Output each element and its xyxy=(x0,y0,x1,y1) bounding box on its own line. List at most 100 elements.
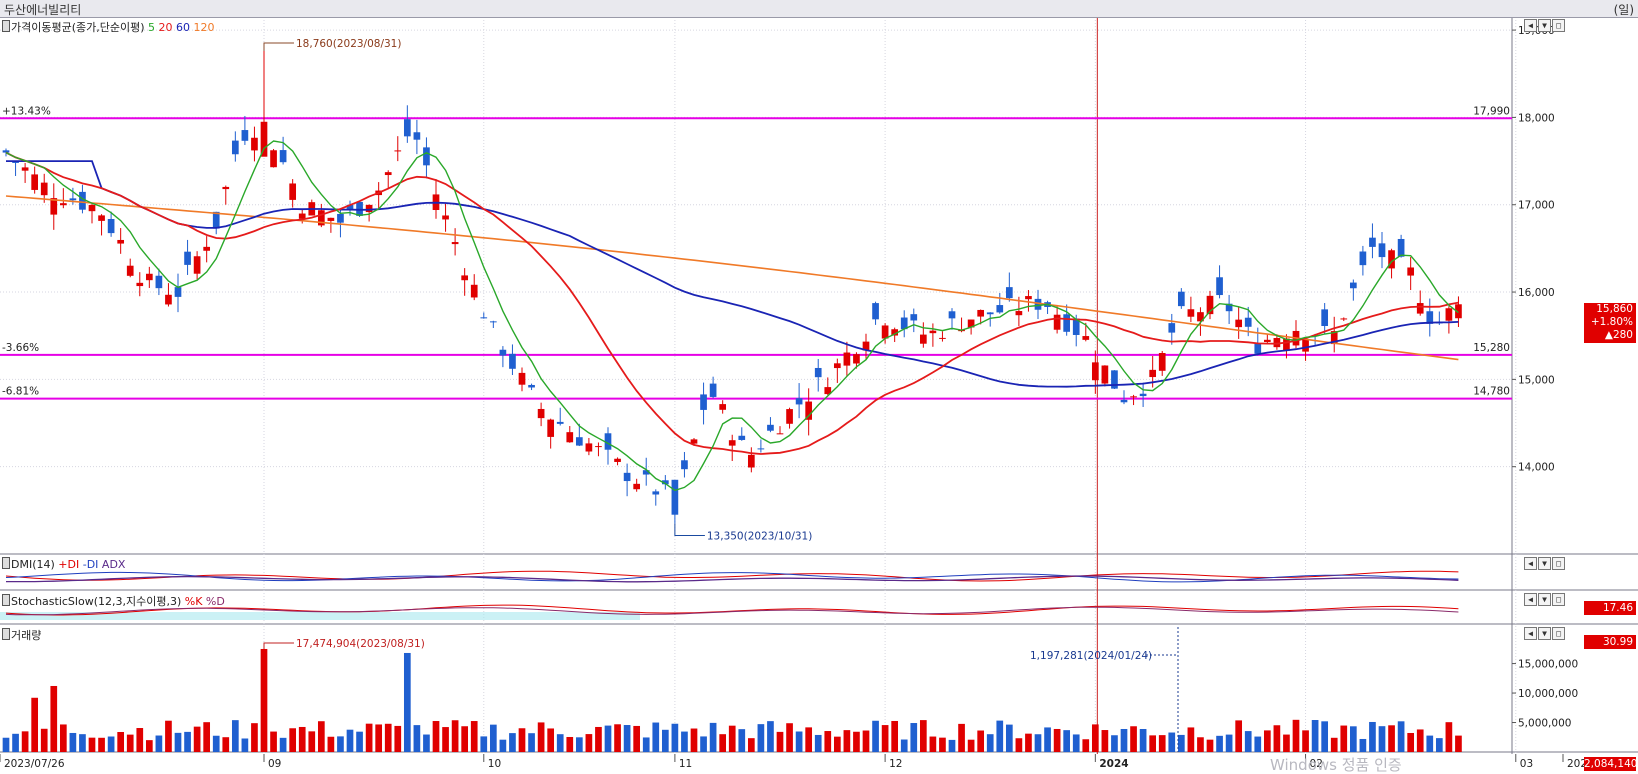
candle-body xyxy=(451,242,459,245)
candle-body xyxy=(1340,318,1348,320)
volume-bar xyxy=(843,730,851,752)
volume-bar xyxy=(948,739,956,752)
volume-bar xyxy=(442,727,449,752)
candle-body xyxy=(719,404,727,410)
dmi-label: DMI(14) xyxy=(11,558,55,571)
candle-body xyxy=(795,398,803,405)
candle-body xyxy=(1216,277,1223,296)
candle-body xyxy=(528,384,535,388)
pane-left-button[interactable]: ◀ xyxy=(1524,557,1537,570)
pane-left-button[interactable]: ◀ xyxy=(1524,19,1537,32)
pane-collapse-button[interactable]: ▼ xyxy=(1538,557,1551,570)
candle-body xyxy=(1149,369,1157,378)
stoch-pane-label[interactable]: StochasticSlow(12,3,지수이평,3) %K %D xyxy=(2,593,225,609)
pane-collapse-button[interactable]: ▼ xyxy=(1538,593,1551,606)
candle-body xyxy=(98,215,105,221)
candle-body xyxy=(489,321,497,323)
candle-body xyxy=(652,491,660,495)
candle-body xyxy=(1091,362,1099,381)
volume-bar xyxy=(174,732,182,752)
volume-bar xyxy=(489,724,497,752)
candle-body xyxy=(1302,339,1309,352)
candle-body xyxy=(1235,319,1243,328)
stock-chart[interactable]: +13.43% 17,990 -3.66% 15,280 -6.81% 14,780 18,… xyxy=(0,0,1638,774)
title-bar: 두산에너빌리티 (일) xyxy=(0,0,1638,18)
candle-body xyxy=(298,213,306,219)
volume-bar xyxy=(958,723,965,752)
candle-body xyxy=(21,167,29,171)
candle-body xyxy=(709,383,717,397)
volume-bar xyxy=(1130,726,1137,752)
volume-bar xyxy=(1015,738,1023,752)
candle-body xyxy=(738,435,746,440)
k-label: %K xyxy=(184,595,203,608)
volume-bar xyxy=(709,722,717,752)
candle-body xyxy=(805,401,813,420)
candle-body xyxy=(1005,287,1013,299)
volume-bar xyxy=(1340,725,1348,752)
volume-bar xyxy=(671,723,679,752)
pane-maximize-button[interactable]: □ xyxy=(1552,593,1565,606)
pane-collapse-button[interactable]: ▼ xyxy=(1538,627,1551,640)
volume-bar xyxy=(270,731,277,752)
last-price-change: ▲280 xyxy=(1604,329,1633,341)
candle-body xyxy=(872,303,879,320)
volume-bar xyxy=(12,733,19,752)
pane-left-button[interactable]: ◀ xyxy=(1524,627,1537,640)
volume-bar xyxy=(786,723,793,752)
candle-body xyxy=(69,198,77,201)
volume-bar xyxy=(1111,735,1118,752)
candle-body xyxy=(260,121,268,157)
volume-bar xyxy=(365,723,373,752)
volume-bar xyxy=(432,721,440,752)
volume-bar xyxy=(461,726,469,752)
volume-bar xyxy=(136,728,144,752)
candle-body xyxy=(403,119,411,137)
pane-maximize-button[interactable]: □ xyxy=(1552,627,1565,640)
candle-body xyxy=(184,251,191,265)
volume-bar xyxy=(690,728,698,752)
candle-body xyxy=(1407,267,1415,276)
candle-body xyxy=(1397,238,1405,257)
d-label: %D xyxy=(205,595,225,608)
volume-bar xyxy=(1216,735,1223,752)
candle-body xyxy=(480,317,488,319)
volume-bar xyxy=(1292,719,1300,752)
pane-maximize-button[interactable]: □ xyxy=(1552,19,1565,32)
candle-body xyxy=(881,325,889,339)
volume-bar xyxy=(317,721,325,752)
price-pane-label[interactable]: 가격이동평균(종가,단순이평) 5 20 60 120 xyxy=(2,19,215,35)
pane-icon xyxy=(2,594,10,606)
candle-body xyxy=(1244,317,1252,327)
candle-body xyxy=(1015,311,1023,316)
candle-body xyxy=(919,334,927,344)
pane-maximize-button[interactable]: □ xyxy=(1552,557,1565,570)
volume-bar xyxy=(1206,739,1214,752)
volume-bar xyxy=(747,738,755,752)
volume-bar xyxy=(413,725,421,752)
candle-body xyxy=(88,204,96,212)
ma5-label: 5 xyxy=(148,21,156,34)
dmi-pane-label[interactable]: DMI(14) +DI -DI ADX xyxy=(2,557,125,571)
pane-collapse-button[interactable]: ▼ xyxy=(1538,19,1551,32)
candle-body xyxy=(1139,393,1147,397)
volume-bar xyxy=(795,731,803,752)
period-unit[interactable]: (일) xyxy=(1614,1,1634,18)
volume-bar xyxy=(298,726,306,752)
volume-bar xyxy=(614,724,621,752)
stock-name: 두산에너빌리티 xyxy=(4,3,82,17)
volume-pane-label[interactable]: 거래량 xyxy=(2,627,41,643)
candle-body xyxy=(509,353,516,369)
pane-left-button[interactable]: ◀ xyxy=(1524,593,1537,606)
volume-bar xyxy=(633,725,641,752)
candle-body xyxy=(289,183,297,200)
x-axis-label: 2024 xyxy=(1099,758,1128,770)
volume-bar xyxy=(1025,733,1032,752)
price-pane-label-text: 가격이동평균(종가,단순이평) xyxy=(11,21,145,34)
volume-bar xyxy=(1378,726,1386,752)
volume-bar xyxy=(1005,724,1013,752)
low-annotation: 13,350(2023/10/31) xyxy=(707,530,812,542)
volume-bar xyxy=(346,729,354,752)
candle-body xyxy=(556,421,564,424)
volume-bar xyxy=(1388,725,1395,752)
